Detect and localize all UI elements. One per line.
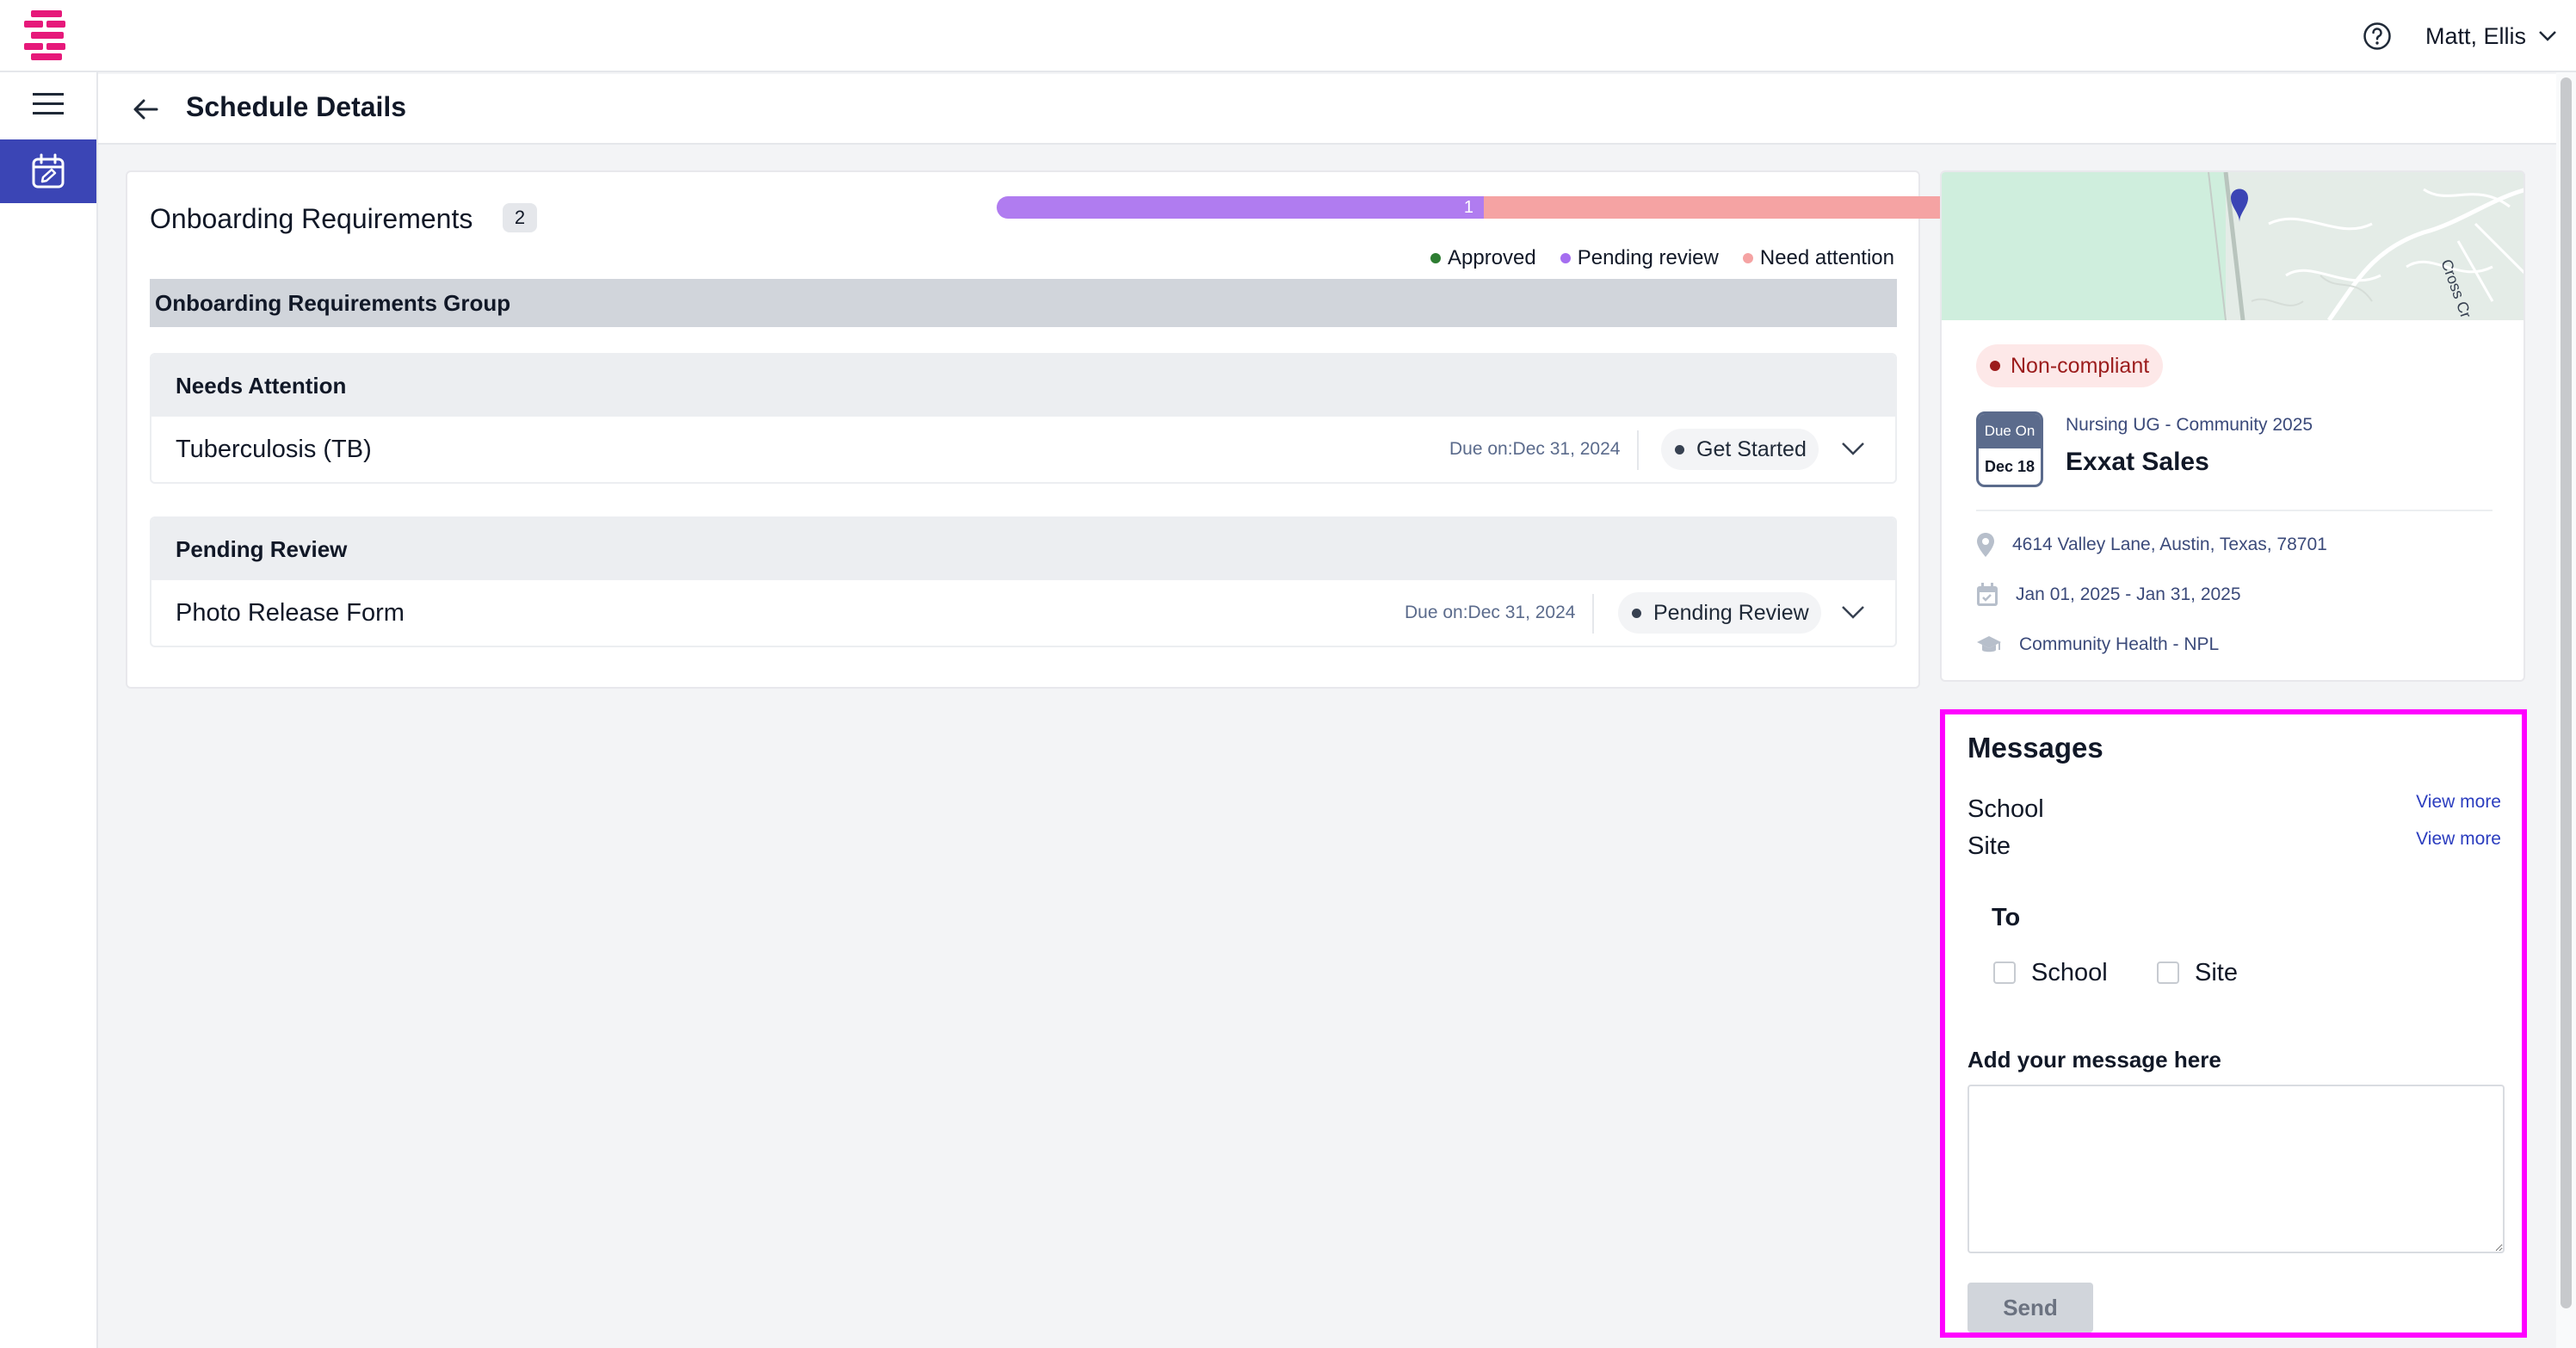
checkbox[interactable] bbox=[1993, 962, 2016, 984]
site-name: Exxat Sales bbox=[2066, 448, 2209, 476]
site-address: 4614 Valley Lane, Austin, Texas, 78701 bbox=[2012, 535, 2327, 554]
legend-attention: Need attention bbox=[1742, 246, 1894, 270]
legend-pending: Pending review bbox=[1560, 246, 1719, 270]
thread-label: School bbox=[1968, 795, 2044, 823]
pending-review-button[interactable]: Pending Review bbox=[1618, 592, 1821, 634]
page-title: Schedule Details bbox=[186, 91, 407, 122]
row-divider bbox=[1637, 430, 1639, 470]
section-title: Pending Review bbox=[151, 518, 1895, 580]
requirement-due-date: Due on:Dec 31, 2024 bbox=[1405, 603, 1576, 622]
section-needs-attention: Needs Attention Tuberculosis (TB) Due on… bbox=[150, 353, 1897, 484]
recipient-site-checkbox[interactable]: Site bbox=[2157, 955, 2238, 990]
progress-legend: Approved Pending review Need attention bbox=[1430, 246, 1894, 270]
checkbox-label: Site bbox=[2195, 958, 2238, 986]
calendar-edit-icon bbox=[32, 153, 65, 189]
message-textarea[interactable] bbox=[1968, 1085, 2505, 1253]
legend-label-pending: Pending review bbox=[1577, 246, 1719, 269]
legend-dot-pending bbox=[1560, 253, 1571, 263]
status-dot bbox=[1632, 608, 1641, 618]
site-dates-row: Jan 01, 2025 - Jan 31, 2025 bbox=[1976, 580, 2241, 609]
section-pending-review: Pending Review Photo Release Form Due on… bbox=[150, 516, 1897, 647]
calendar-icon bbox=[1977, 583, 1998, 606]
messages-title: Messages bbox=[1968, 732, 2103, 764]
requirement-row-photo-release[interactable]: Photo Release Form Due on:Dec 31, 2024 P… bbox=[151, 580, 1895, 646]
requirements-progress-bar: 1 1 bbox=[997, 196, 1971, 219]
legend-label-attention: Need attention bbox=[1759, 246, 1894, 269]
legend-label-approved: Approved bbox=[1448, 246, 1536, 269]
scrollbar-thumb[interactable] bbox=[2561, 77, 2572, 1308]
get-started-button[interactable]: Get Started bbox=[1661, 429, 1819, 470]
onboarding-requirements-card: Onboarding Requirements 2 1 1 Approved P… bbox=[126, 170, 1971, 689]
legend-approved: Approved bbox=[1430, 246, 1536, 270]
site-details-card: Cross Cr Non-compliant Due On Dec 18 Nur… bbox=[1940, 170, 2525, 682]
chevron-down-icon[interactable] bbox=[1840, 603, 1866, 621]
progress-segment-pending: 1 bbox=[997, 196, 1484, 219]
location-map[interactable]: Cross Cr bbox=[1942, 172, 2525, 320]
requirements-group-header: Onboarding Requirements Group bbox=[150, 279, 1897, 327]
recipient-school-checkbox[interactable]: School bbox=[1993, 955, 2108, 990]
message-thread-site: Site View more bbox=[1968, 829, 2501, 863]
view-more-school-link[interactable]: View more bbox=[2416, 792, 2501, 813]
legend-dot-attention bbox=[1742, 253, 1753, 263]
page-header: Schedule Details bbox=[98, 74, 2556, 145]
message-thread-school: School View more bbox=[1968, 792, 2501, 826]
requirement-name: Photo Release Form bbox=[176, 599, 405, 627]
divider bbox=[1976, 510, 2493, 511]
nav-item-schedules[interactable] bbox=[0, 139, 96, 203]
site-department-row: Community Health - NPL bbox=[1976, 630, 2219, 659]
compliance-label: Non-compliant bbox=[2011, 353, 2150, 378]
left-nav-rail bbox=[0, 72, 98, 1348]
graduation-cap-icon bbox=[1977, 636, 2001, 652]
requirement-row-tb[interactable]: Tuberculosis (TB) Due on:Dec 31, 2024 Ge… bbox=[151, 417, 1895, 482]
program-name: Nursing UG - Community 2025 bbox=[2066, 415, 2313, 435]
app-logo-icon[interactable] bbox=[24, 10, 69, 60]
menu-icon[interactable] bbox=[33, 91, 64, 117]
thread-label: Site bbox=[1968, 832, 2011, 860]
requirement-due-date: Due on:Dec 31, 2024 bbox=[1449, 439, 1621, 459]
checkbox-label: School bbox=[2031, 958, 2108, 986]
checkbox[interactable] bbox=[2157, 962, 2179, 984]
status-dot bbox=[1675, 444, 1684, 454]
progress-pending-count: 1 bbox=[1463, 198, 1473, 217]
status-label: Get Started bbox=[1696, 437, 1807, 461]
back-arrow-icon[interactable] bbox=[129, 93, 162, 126]
compliance-status-badge: Non-compliant bbox=[1976, 344, 2164, 387]
section-title: Needs Attention bbox=[151, 355, 1895, 417]
chevron-down-icon[interactable] bbox=[1840, 439, 1866, 458]
location-pin-icon bbox=[1977, 533, 1994, 557]
site-address-row: 4614 Valley Lane, Austin, Texas, 78701 bbox=[1976, 530, 2327, 560]
progress-segment-attention: 1 bbox=[1484, 196, 1971, 219]
status-dot bbox=[1990, 361, 2000, 371]
due-on-date: Dec 18 bbox=[1984, 457, 2035, 475]
view-more-site-link[interactable]: View more bbox=[2416, 829, 2501, 850]
site-department: Community Health - NPL bbox=[2019, 634, 2220, 654]
help-icon[interactable] bbox=[2362, 21, 2393, 52]
user-name: Matt, Ellis bbox=[2425, 22, 2527, 49]
user-menu[interactable]: Matt, Ellis bbox=[2425, 19, 2557, 53]
top-bar: Matt, Ellis bbox=[0, 0, 2576, 72]
row-divider bbox=[1592, 594, 1594, 634]
requirements-count-badge: 2 bbox=[503, 203, 537, 232]
message-input-label: Add your message here bbox=[1968, 1047, 2221, 1073]
requirements-title: Onboarding Requirements bbox=[150, 203, 473, 234]
recipients-label: To bbox=[1992, 904, 2021, 931]
due-date-calendar: Due On Dec 18 bbox=[1976, 411, 2043, 487]
chevron-down-icon bbox=[2539, 31, 2556, 41]
send-button[interactable]: Send bbox=[1968, 1283, 2093, 1333]
status-label: Pending Review bbox=[1653, 601, 1809, 625]
due-on-label: Due On bbox=[1979, 414, 2041, 448]
requirement-name: Tuberculosis (TB) bbox=[176, 436, 372, 463]
site-dates: Jan 01, 2025 - Jan 31, 2025 bbox=[2016, 584, 2241, 604]
legend-dot-approved bbox=[1430, 253, 1442, 263]
messages-panel: Messages School View more Site View more… bbox=[1940, 709, 2527, 1338]
